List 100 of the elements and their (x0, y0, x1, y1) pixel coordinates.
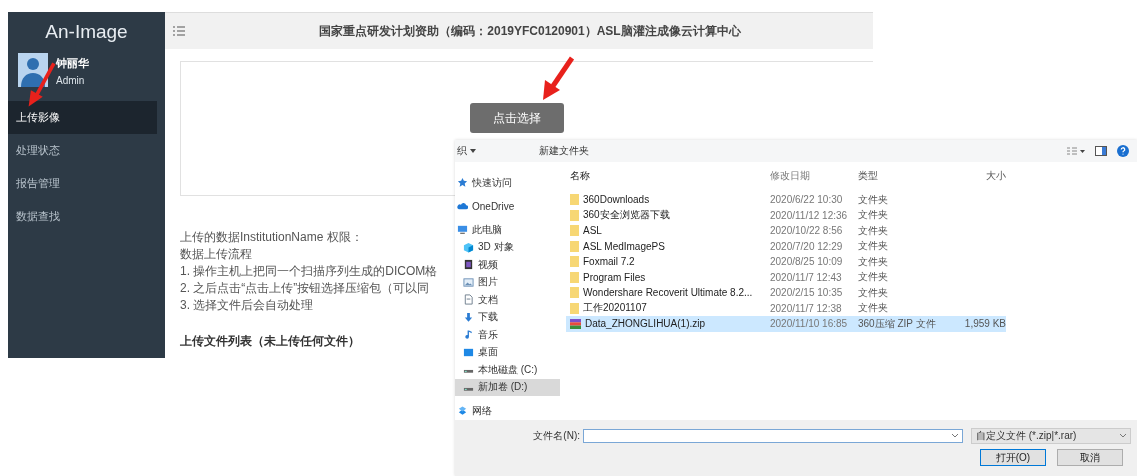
cube-icon (463, 241, 474, 253)
sidebar-item[interactable]: 上传影像 (8, 101, 157, 134)
image-icon (463, 276, 474, 288)
download-icon (463, 311, 474, 323)
cloud-icon (457, 200, 468, 212)
new-folder-button[interactable]: 新建文件夹 (539, 144, 589, 158)
sidebar-item[interactable]: 报告管理 (8, 167, 157, 200)
folder-icon (570, 209, 579, 221)
page-title: 国家重点研发计划资助（编码：2019YFC0120901）ASL脑灌注成像云计算中心 (318, 22, 742, 40)
nav-pane-item[interactable]: 音乐 (455, 326, 560, 344)
music-icon (463, 329, 474, 341)
file-name-label: 文件名(N): (532, 429, 580, 443)
file-row[interactable]: Foxmail 7.2 2020/8/25 10:09 文件夹 (566, 254, 1006, 270)
info-text: 2. 之后点击“点击上传”按钮选择压缩包（可以同 (180, 281, 430, 296)
nav-pane-item[interactable]: OneDrive (455, 197, 560, 215)
user-role: Admin (56, 75, 86, 86)
file-type: 文件夹 (858, 301, 889, 316)
nav-pane-item[interactable]: 新加卷 (D:) (455, 378, 560, 396)
file-type: 文件夹 (858, 223, 889, 238)
chevron-icon[interactable] (952, 434, 958, 438)
column-header[interactable]: 修改日期 (770, 169, 858, 183)
pc-icon (457, 224, 468, 236)
file-date: 2020/11/10 16:85 (770, 318, 849, 330)
file-name: Data_ZHONGLIHUA(1).zip (585, 318, 706, 330)
file-row[interactable]: 工作20201107 2020/11/7 12:38 文件夹 (566, 300, 1006, 316)
nav-pane-item[interactable]: 下载 (455, 308, 560, 326)
organize-menu[interactable]: 织 (457, 144, 467, 158)
file-name: Wondershare Recoverit Ultimate 8.2... (583, 287, 753, 299)
app-title: An-Image (44, 20, 129, 44)
file-date: 2020/6/22 10:30 (770, 194, 844, 206)
file-row[interactable]: Program Files 2020/11/7 12:43 文件夹 (566, 269, 1006, 285)
info-text: 3. 选择文件后会自动处理 (180, 298, 314, 313)
network-icon (457, 405, 468, 417)
folder-icon (570, 194, 579, 206)
file-row[interactable]: Wondershare Recoverit Ultimate 8.2... 2020/2/15 10:35 文件夹 (566, 285, 1006, 301)
file-type: 360压缩 ZIP 文件 (858, 316, 937, 331)
folder-icon (570, 256, 579, 268)
file-type-dropdown[interactable]: 自定义文件 (*.zip|*.rar) (971, 428, 1131, 444)
file-date: 2020/11/12 12:36 (770, 209, 849, 221)
nav-pane-item[interactable]: 3D 对象 (455, 238, 560, 256)
file-type: 文件夹 (858, 254, 889, 269)
file-row[interactable]: Data_ZHONGLIHUA(1).zip 2020/11/10 16:85 360压缩 ZIP 文件 1,959 KB (566, 316, 1006, 332)
file-type: 文件夹 (858, 192, 889, 207)
nav-pane-item[interactable]: 桌面 (455, 343, 560, 361)
desktop-icon (463, 346, 474, 358)
caret-icon[interactable] (470, 149, 476, 153)
nav-pane-item[interactable]: 此电脑 (455, 221, 560, 239)
nav-pane-item[interactable]: 本地磁盘 (C:) (455, 361, 560, 379)
folder-icon (570, 225, 579, 237)
file-row[interactable]: ASL 2020/10/22 8:56 文件夹 (566, 223, 1006, 239)
info-text: 1. 操作主机上把同一个扫描序列生成的DICOM格 (180, 264, 438, 279)
annotation-arrow (540, 56, 576, 102)
dialog-button[interactable]: 取消 (1057, 449, 1123, 466)
file-name-field[interactable] (583, 429, 963, 443)
file-name: Foxmail 7.2 (583, 256, 635, 268)
file-date: 2020/11/7 12:38 (770, 302, 843, 314)
file-type: 文件夹 (858, 239, 889, 254)
help-icon[interactable] (1117, 145, 1129, 157)
column-header[interactable]: 名称 (566, 169, 770, 183)
nav-pane-item[interactable]: 网络 (455, 402, 560, 420)
folder-icon (570, 302, 579, 314)
folder-icon (570, 287, 579, 299)
file-date: 2020/2/15 10:35 (770, 287, 844, 299)
file-row[interactable]: ASL MedImagePS 2020/7/20 12:29 文件夹 (566, 238, 1006, 254)
column-header[interactable]: 大小 (948, 169, 1006, 183)
user-name: 钟丽华 (56, 56, 89, 71)
select-button[interactable]: 点击选择 (470, 103, 564, 133)
file-type: 文件夹 (858, 270, 889, 285)
file-name: 工作20201107 (583, 301, 647, 316)
view-options-icon[interactable] (1067, 147, 1085, 155)
file-row[interactable]: 360Downloads 2020/6/22 10:30 文件夹 (566, 192, 1006, 208)
file-name: Program Files (583, 271, 646, 283)
sidebar-item[interactable]: 数据查找 (8, 200, 157, 233)
file-name: ASL (583, 225, 602, 237)
preview-pane-icon[interactable] (1095, 146, 1107, 156)
file-row[interactable]: 360安全浏览器下载 2020/11/12 12:36 文件夹 (566, 207, 1006, 223)
nav-pane-item[interactable]: 视频 (455, 256, 560, 274)
nav-pane-item[interactable]: 图片 (455, 273, 560, 291)
archive-icon (570, 318, 581, 329)
chevron-icon (1120, 434, 1126, 438)
file-name: 360Downloads (583, 194, 650, 206)
file-name: 360安全浏览器下载 (583, 208, 670, 223)
file-name: ASL MedImagePS (583, 240, 665, 252)
dialog-button[interactable]: 打开(O) (980, 449, 1046, 466)
file-size: 1,959 KB (963, 318, 1006, 330)
sidebar-item[interactable]: 处理状态 (8, 134, 157, 167)
section-title: 上传文件列表（未上传任何文件） (180, 333, 360, 350)
file-date: 2020/7/20 12:29 (770, 240, 844, 252)
info-text: 上传的数据InstitutionName 权限： (180, 230, 363, 245)
info-text: 数据上传流程 (180, 247, 252, 262)
file-date: 2020/11/7 12:43 (770, 271, 843, 283)
column-header[interactable]: 类型 (858, 169, 948, 183)
doc-icon (463, 294, 474, 306)
nav-pane-item[interactable]: 快速访问 (455, 174, 560, 192)
folder-icon (570, 240, 579, 252)
file-type: 文件夹 (858, 208, 889, 223)
file-type: 文件夹 (858, 285, 889, 300)
file-date: 2020/8/25 10:09 (770, 256, 844, 268)
video-icon (463, 259, 474, 271)
nav-pane-item[interactable]: 文档 (455, 291, 560, 309)
